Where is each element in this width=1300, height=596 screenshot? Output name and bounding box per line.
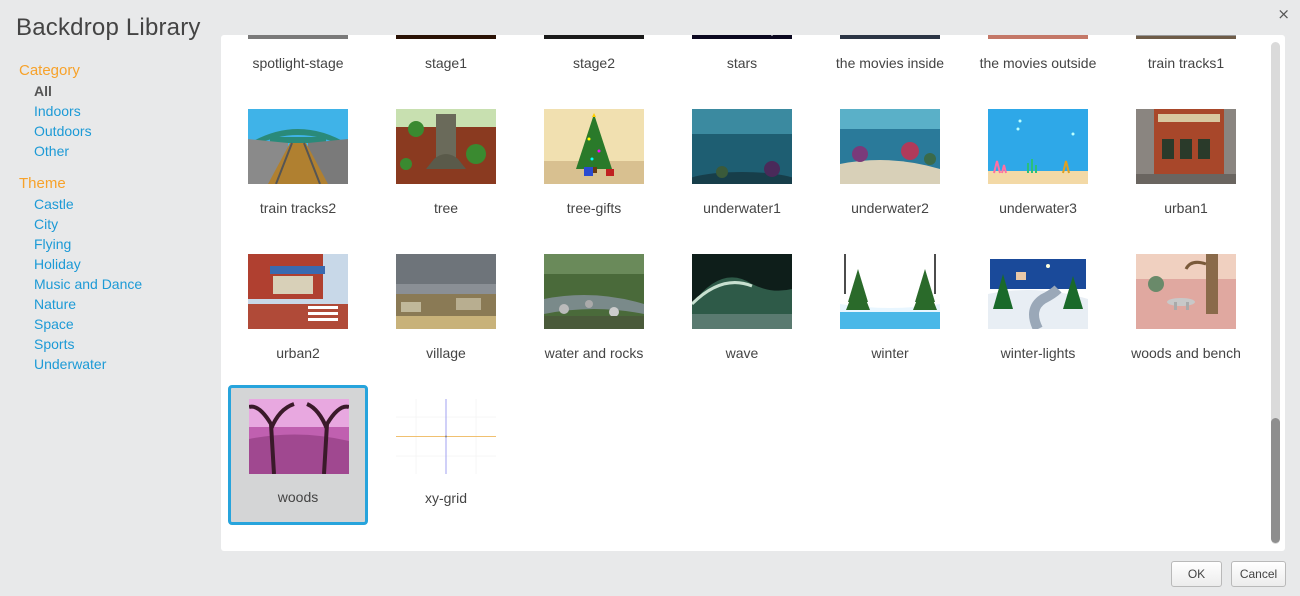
close-icon[interactable]: ×	[1277, 5, 1290, 23]
backdrop-thumbnail	[1136, 109, 1236, 184]
backdrop-thumbnail	[988, 35, 1088, 39]
backdrop-label: stars	[726, 55, 758, 71]
category-heading: Category	[19, 62, 80, 79]
backdrop-label: spotlight-stage	[252, 55, 344, 71]
backdrop-item-underwater2[interactable]: underwater2	[820, 95, 960, 235]
backdrop-label: the movies outside	[979, 55, 1097, 71]
backdrop-thumbnail	[692, 35, 792, 39]
backdrop-label: woods and bench	[1131, 345, 1241, 361]
backdrop-item-underwater1[interactable]: underwater1	[672, 95, 812, 235]
backdrop-item-train-tracks2[interactable]: train tracks2	[228, 95, 368, 235]
backdrop-item-urban1[interactable]: urban1	[1116, 95, 1256, 235]
scrollbar-thumb[interactable]	[1271, 418, 1280, 543]
backdrop-thumbnail	[248, 254, 348, 329]
backdrop-label: xy-grid	[424, 490, 467, 506]
backdrop-item-stage1[interactable]: stage1	[376, 35, 516, 90]
theme-item-sports[interactable]: Sports	[34, 334, 209, 354]
backdrop-label: underwater1	[703, 200, 781, 216]
backdrop-label: the movies inside	[835, 55, 945, 71]
theme-list: Castle City Flying Holiday Music and Dan…	[19, 194, 209, 374]
category-item-other[interactable]: Other	[34, 141, 209, 161]
backdrop-item-wave[interactable]: wave	[672, 240, 812, 380]
backdrop-thumbnail	[840, 109, 940, 184]
backdrop-label: winter-lights	[1000, 345, 1076, 361]
category-list: All Indoors Outdoors Other	[19, 81, 209, 161]
backdrop-item-tree[interactable]: tree	[376, 95, 516, 235]
backdrop-item-tree-gifts[interactable]: tree-gifts	[524, 95, 664, 235]
theme-item-flying[interactable]: Flying	[34, 234, 209, 254]
backdrop-item-xy-grid[interactable]: xy-grid	[376, 385, 516, 525]
theme-item-nature[interactable]: Nature	[34, 294, 209, 314]
backdrop-thumbnail	[840, 35, 940, 39]
vertical-scrollbar[interactable]	[1271, 42, 1280, 544]
backdrop-item-train-tracks1[interactable]: train tracks1	[1116, 35, 1256, 90]
theme-item-castle[interactable]: Castle	[34, 194, 209, 214]
backdrop-thumbnail	[988, 254, 1088, 329]
backdrop-label: tree	[433, 200, 459, 216]
backdrop-label: winter	[871, 345, 909, 361]
backdrop-item-woods-and-bench[interactable]: woods and bench	[1116, 240, 1256, 380]
backdrop-item-woods[interactable]: woods	[228, 385, 368, 525]
theme-item-music-and-dance[interactable]: Music and Dance	[34, 274, 209, 294]
backdrop-thumbnail	[396, 399, 496, 474]
backdrop-thumbnail	[396, 109, 496, 184]
backdrop-label: stage1	[424, 55, 468, 71]
backdrop-item-underwater3[interactable]: underwater3	[968, 95, 1108, 235]
cancel-button[interactable]: Cancel	[1231, 561, 1286, 587]
backdrop-label: train tracks1	[1147, 55, 1225, 71]
category-item-outdoors[interactable]: Outdoors	[34, 121, 209, 141]
backdrop-label: wave	[725, 345, 759, 361]
backdrop-thumbnail	[248, 35, 348, 39]
theme-item-holiday[interactable]: Holiday	[34, 254, 209, 274]
backdrop-thumbnail	[692, 254, 792, 329]
backdrop-thumbnail	[249, 399, 349, 474]
backdrop-item-spotlight-stage[interactable]: spotlight-stage	[228, 35, 368, 90]
theme-item-underwater[interactable]: Underwater	[34, 354, 209, 374]
theme-item-space[interactable]: Space	[34, 314, 209, 334]
category-item-all[interactable]: All	[34, 81, 209, 101]
backdrop-label: underwater3	[999, 200, 1077, 216]
theme-heading: Theme	[19, 175, 66, 192]
backdrop-label: stage2	[572, 55, 616, 71]
backdrop-thumbnail	[1136, 254, 1236, 329]
backdrop-label: train tracks2	[259, 200, 337, 216]
backdrop-thumbnail	[396, 254, 496, 329]
backdrop-label: water and rocks	[544, 345, 644, 361]
backdrop-item-stage2[interactable]: stage2	[524, 35, 664, 90]
backdrop-item-winter[interactable]: winter	[820, 240, 960, 380]
backdrop-thumbnail	[840, 254, 940, 329]
backdrop-label: village	[426, 345, 466, 361]
filter-sidebar: Category All Indoors Outdoors Other Them…	[19, 61, 209, 374]
backdrop-item-stars[interactable]: stars	[672, 35, 812, 90]
backdrop-label: underwater2	[851, 200, 929, 216]
backdrop-label: tree-gifts	[566, 200, 622, 216]
backdrop-thumbnail	[544, 254, 644, 329]
backdrop-item-the-movies-inside[interactable]: the movies inside	[820, 35, 960, 90]
backdrop-thumbnail	[248, 109, 348, 184]
backdrop-item-village[interactable]: village	[376, 240, 516, 380]
backdrop-thumbnail	[544, 109, 644, 184]
backdrop-label: woods	[277, 489, 319, 505]
backdrop-thumbnail	[692, 109, 792, 184]
backdrop-thumbnail	[396, 35, 496, 39]
ok-button[interactable]: OK	[1171, 561, 1222, 587]
backdrop-item-the-movies-outside[interactable]: the movies outside	[968, 35, 1108, 90]
dialog-title: Backdrop Library	[16, 14, 201, 41]
theme-item-city[interactable]: City	[34, 214, 209, 234]
backdrop-label: urban1	[1164, 200, 1208, 216]
library-grid: spotlight-stage stage1 stage2 stars the movi…	[221, 35, 1285, 551]
backdrop-label: urban2	[276, 345, 320, 361]
backdrop-thumbnail	[544, 35, 644, 39]
category-item-indoors[interactable]: Indoors	[34, 101, 209, 121]
backdrop-thumbnail	[988, 109, 1088, 184]
backdrop-item-winter-lights[interactable]: winter-lights	[968, 240, 1108, 380]
backdrop-item-water-and-rocks[interactable]: water and rocks	[524, 240, 664, 380]
backdrop-item-urban2[interactable]: urban2	[228, 240, 368, 380]
backdrop-thumbnail	[1136, 35, 1236, 39]
